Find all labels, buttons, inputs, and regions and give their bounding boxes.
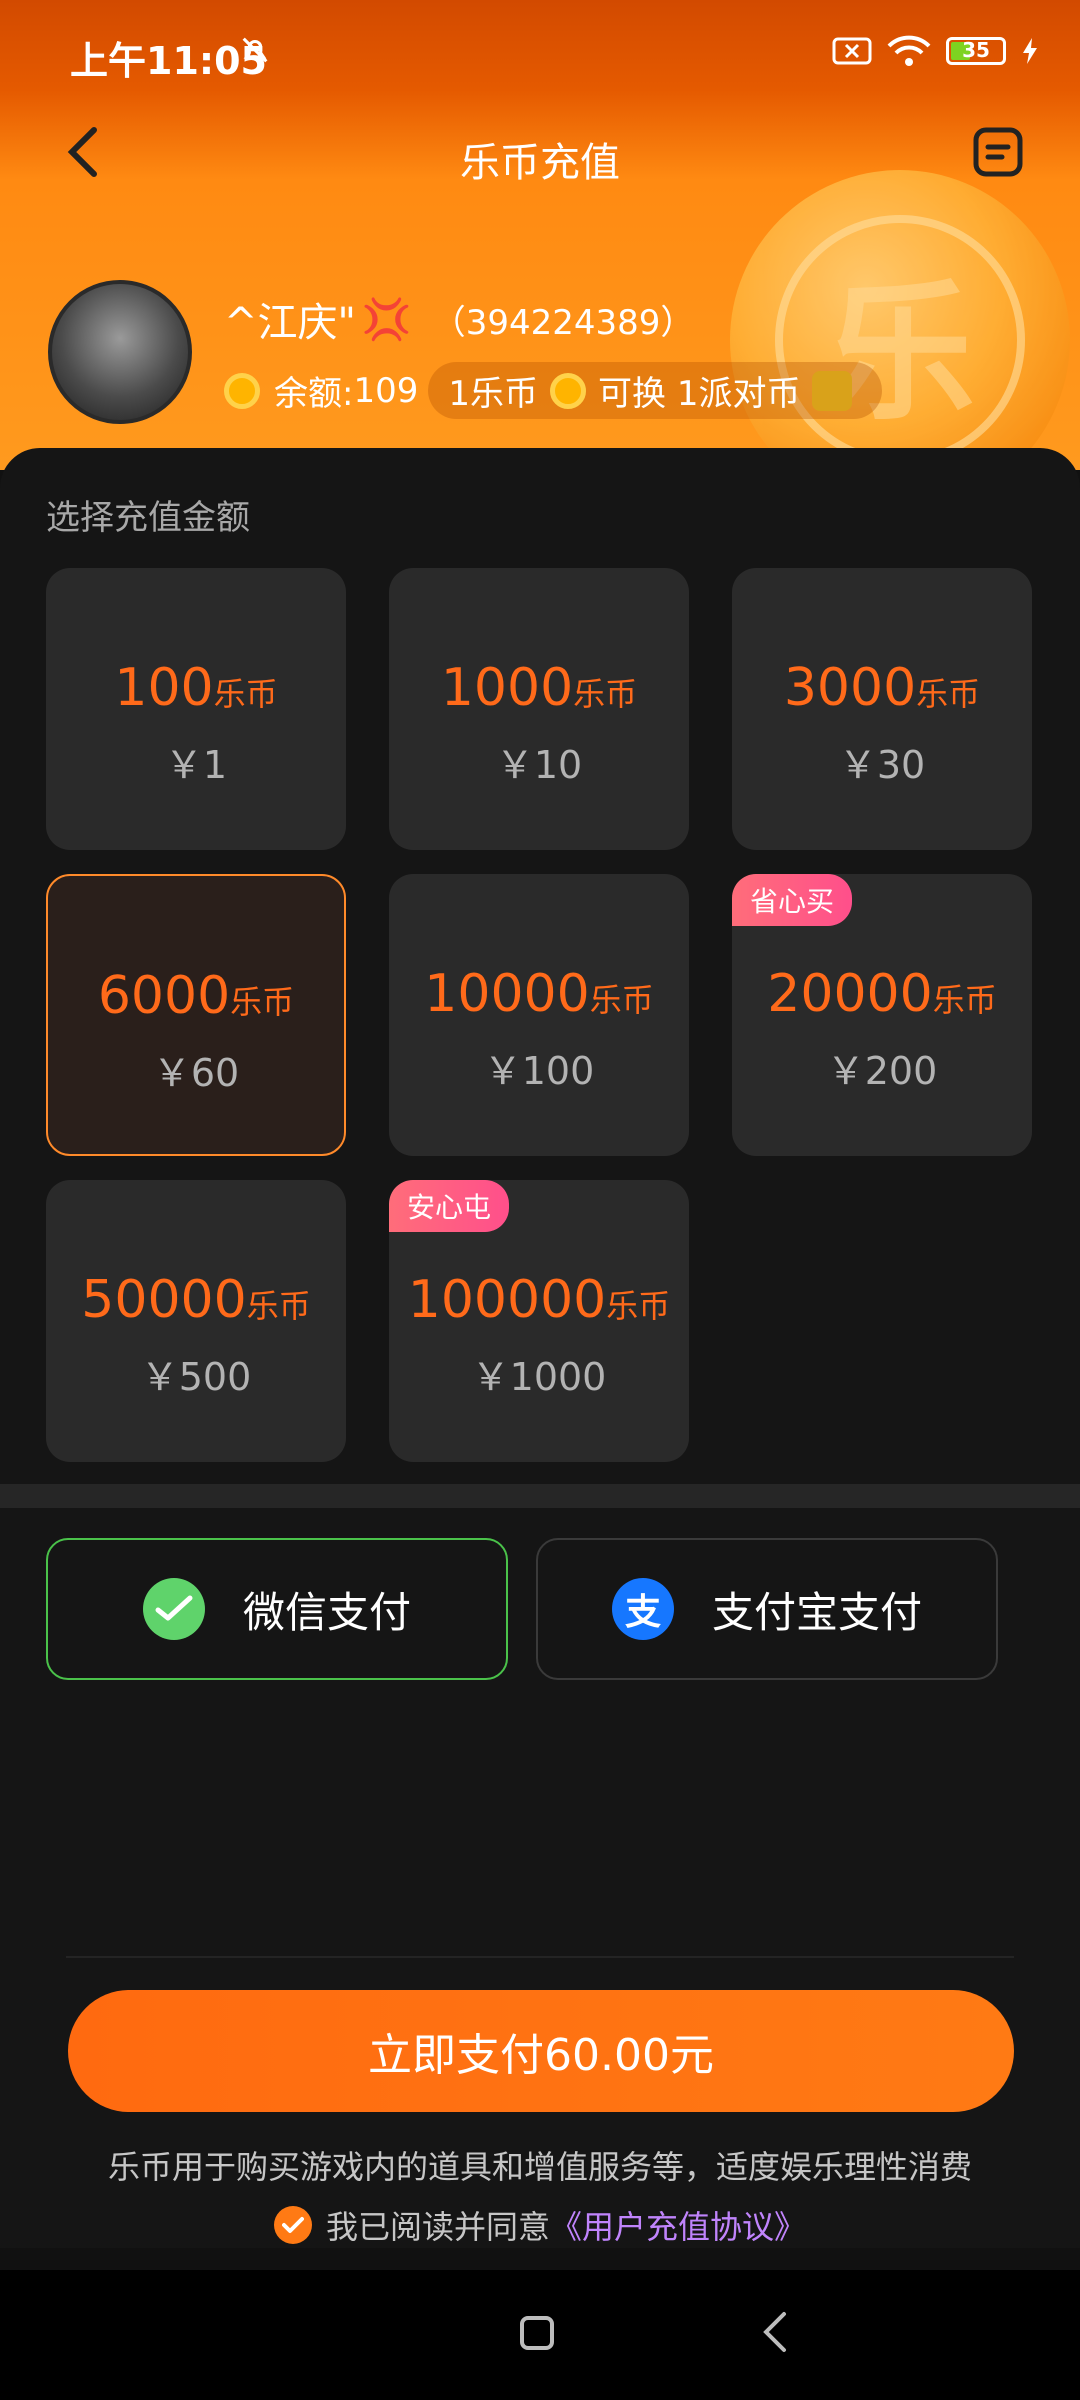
package-card[interactable]: 100乐币 ￥1 [46, 568, 346, 850]
wechat-pay-button[interactable]: 微信支付 [46, 1538, 508, 1680]
package-price: ￥500 [140, 1355, 252, 1399]
alipay-icon: 支 [611, 1578, 674, 1640]
package-unit: 乐币 [573, 675, 638, 713]
battery-level: 35 [962, 38, 990, 62]
package-unit: 乐币 [589, 981, 654, 1019]
wechat-icon [142, 1578, 205, 1640]
package-unit: 乐币 [916, 675, 981, 713]
package-amount: 10000 [424, 964, 590, 1024]
document-icon[interactable] [972, 126, 1024, 178]
pay-now-button[interactable]: 立即支付60.00元 [68, 1990, 1014, 2112]
package-unit: 乐币 [213, 675, 278, 713]
package-amount: 3000 [783, 658, 917, 718]
package-unit: 乐币 [246, 1287, 311, 1325]
package-price: ￥10 [495, 743, 583, 787]
package-price: ￥200 [826, 1049, 938, 1093]
wechat-pay-label: 微信支付 [242, 1587, 411, 1637]
alipay-label: 支付宝支付 [711, 1587, 922, 1637]
user-id: （394224389） [431, 302, 695, 343]
wifi-icon [887, 35, 931, 66]
coin-icon [550, 372, 587, 409]
package-amount: 6000 [97, 966, 231, 1026]
balance-label: 余额: [274, 374, 354, 414]
package-card[interactable]: 省心买 20000乐币 ￥200 [732, 874, 1032, 1156]
package-price: ￥30 [838, 743, 926, 787]
package-card[interactable]: 安心屯 100000乐币 ￥1000 [389, 1180, 689, 1462]
package-card[interactable]: 50000乐币 ￥500 [46, 1180, 346, 1462]
exchange-rate-pill: 1乐币 可换 1派对币 [428, 362, 883, 419]
package-badge: 省心买 [732, 874, 853, 926]
agreement-text: 我已阅读并同意 [325, 2208, 550, 2246]
disclaimer-text: 乐币用于购买游戏内的道具和增值服务等，适度娱乐理性消费 [107, 2148, 972, 2186]
divider [66, 1956, 1014, 1958]
status-icons: 35 [832, 34, 1040, 68]
status-bar: 上午11:05 35 [0, 0, 1080, 90]
package-card-selected[interactable]: 6000乐币 ￥60 [46, 874, 346, 1156]
system-nav-bar [0, 2270, 1080, 2400]
package-amount: 20000 [767, 964, 933, 1024]
user-name-row: ^江庆" 💢 （394224389） [224, 290, 694, 348]
package-amount: 50000 [81, 1270, 247, 1330]
package-unit: 乐币 [932, 981, 997, 1019]
package-card[interactable]: 1000乐币 ￥10 [389, 568, 689, 850]
package-amount: 1000 [440, 658, 574, 718]
rate-coin: 1乐币 [448, 374, 539, 414]
alipay-button[interactable]: 支 支付宝支付 [536, 1538, 998, 1680]
rate-text: 可换 1派对币 [598, 374, 801, 414]
bell-muted-icon [242, 37, 268, 63]
balance-value: 109 [353, 370, 419, 411]
nav-back-icon[interactable] [760, 2310, 790, 2354]
avatar [48, 280, 192, 424]
agreement-row: 我已阅读并同意 《用户充值协议》 [0, 2202, 1080, 2248]
package-card[interactable]: 10000乐币 ￥100 [389, 874, 689, 1156]
coin-icon [224, 372, 260, 409]
section-divider [0, 1484, 1080, 1508]
user-name: ^江庆" [224, 300, 356, 346]
package-card[interactable]: 3000乐币 ￥30 [732, 568, 1032, 850]
package-amount: 100 [114, 658, 214, 718]
party-coin-icon [812, 370, 853, 411]
balance-row: 余额: 109 1乐币 可换 1派对币 [224, 362, 883, 419]
package-price: ￥60 [152, 1051, 240, 1095]
header-banner: 上午11:05 35 乐币充值 乐 ^江庆" 💢 （394224389） 余额:… [0, 0, 1080, 510]
sim-off-icon [832, 37, 872, 65]
package-amount: 100000 [407, 1270, 607, 1330]
section-label: 选择充值金额 [46, 498, 250, 538]
package-badge: 安心屯 [389, 1180, 510, 1232]
check-icon[interactable] [273, 2206, 312, 2244]
anger-icon: 💢 [361, 296, 412, 343]
package-price: ￥1 [164, 743, 228, 787]
agreement-link[interactable]: 《用户充值协议》 [550, 2202, 806, 2248]
battery-icon: 35 [946, 37, 1006, 65]
package-unit: 乐币 [230, 983, 295, 1021]
package-price: ￥1000 [471, 1355, 607, 1399]
home-square-icon[interactable] [520, 2316, 554, 2350]
package-unit: 乐币 [606, 1287, 671, 1325]
package-price: ￥100 [483, 1049, 595, 1093]
charging-icon [1023, 38, 1037, 64]
